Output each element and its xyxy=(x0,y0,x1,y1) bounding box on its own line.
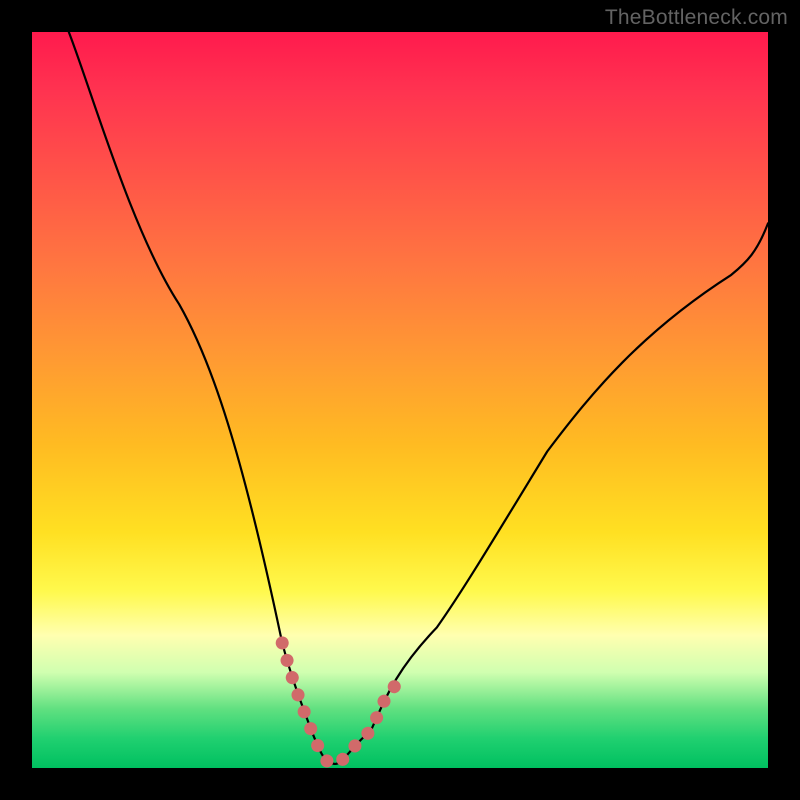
chart-frame: TheBottleneck.com xyxy=(0,0,800,800)
chart-svg xyxy=(32,32,768,768)
bottleneck-curve-path xyxy=(69,32,768,764)
plot-area xyxy=(32,32,768,768)
sweet-spot-marker-path xyxy=(282,643,400,764)
attribution-label: TheBottleneck.com xyxy=(605,6,788,30)
